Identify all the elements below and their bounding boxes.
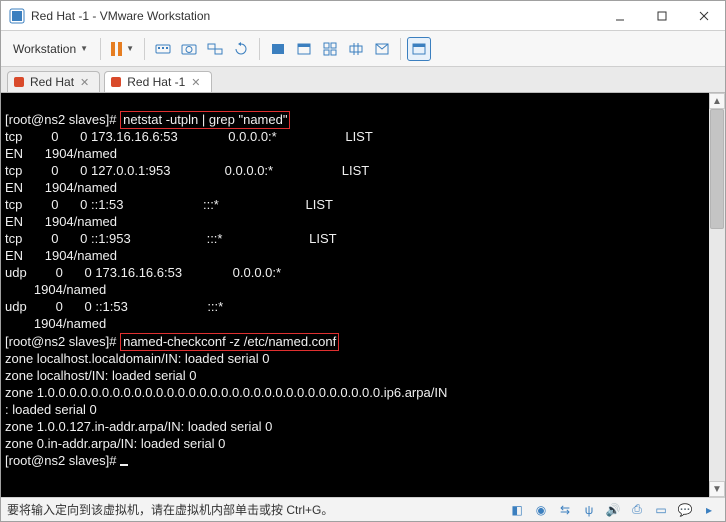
device-sound-icon[interactable]: 🔊 bbox=[603, 502, 623, 518]
prompt: [root@ns2 slaves]# bbox=[5, 112, 120, 127]
terminal-pane: [root@ns2 slaves]# netstat -utpln | grep… bbox=[1, 93, 725, 497]
close-button[interactable] bbox=[683, 1, 725, 30]
device-printer-icon[interactable]: ⎙ bbox=[627, 502, 647, 518]
pause-button[interactable]: ▼ bbox=[107, 40, 138, 58]
cursor bbox=[120, 464, 128, 466]
redhat-icon bbox=[111, 77, 121, 87]
command-highlight: named-checkconf -z /etc/named.conf bbox=[120, 333, 339, 351]
collapse-icon[interactable]: ▸ bbox=[699, 502, 719, 518]
app-icon bbox=[9, 8, 25, 24]
device-display-icon[interactable]: ▭ bbox=[651, 502, 671, 518]
tab-label: Red Hat -1 bbox=[127, 75, 185, 89]
terminal[interactable]: [root@ns2 slaves]# netstat -utpln | grep… bbox=[1, 93, 709, 497]
terminal-line: EN 1904/named bbox=[5, 146, 117, 161]
minimize-button[interactable] bbox=[599, 1, 641, 30]
terminal-line: 1904/named bbox=[5, 316, 106, 331]
terminal-line: udp 0 0 173.16.16.6:53 0.0.0.0:* bbox=[5, 265, 281, 280]
tab-label: Red Hat bbox=[30, 75, 74, 89]
terminal-line: EN 1904/named bbox=[5, 214, 117, 229]
device-usb-icon[interactable]: ψ bbox=[579, 502, 599, 518]
separator bbox=[259, 38, 260, 60]
separator bbox=[400, 38, 401, 60]
send-ctrl-alt-del-button[interactable] bbox=[151, 37, 175, 61]
separator bbox=[144, 38, 145, 60]
stretch-button[interactable] bbox=[344, 37, 368, 61]
status-bar: 要将输入定向到该虚拟机，请在虚拟机内部单击或按 Ctrl+G。 ◧ ◉ ⇆ ψ … bbox=[1, 497, 725, 521]
scroll-thumb[interactable] bbox=[710, 109, 724, 229]
tab-redhat[interactable]: Red Hat ✕ bbox=[7, 71, 100, 92]
close-tab-icon[interactable]: ✕ bbox=[80, 76, 89, 89]
device-nic-icon[interactable]: ⇆ bbox=[555, 502, 575, 518]
terminal-line: tcp 0 0 127.0.0.1:953 0.0.0.0:* LIST bbox=[5, 163, 369, 178]
exclusive-button[interactable] bbox=[370, 37, 394, 61]
redhat-icon bbox=[14, 77, 24, 87]
terminal-line: tcp 0 0 173.16.16.6:53 0.0.0.0:* LIST bbox=[5, 129, 373, 144]
terminal-line: 1904/named bbox=[5, 282, 106, 297]
scroll-down-icon[interactable]: ▼ bbox=[709, 481, 725, 497]
command-highlight: netstat -utpln | grep "named" bbox=[120, 111, 290, 129]
terminal-line: zone 0.in-addr.arpa/IN: loaded serial 0 bbox=[5, 436, 225, 451]
window-title: Red Hat -1 - VMware Workstation bbox=[31, 9, 599, 23]
tab-redhat-1[interactable]: Red Hat -1 ✕ bbox=[104, 71, 211, 92]
scroll-track[interactable] bbox=[709, 109, 725, 481]
terminal-line: zone 1.0.0.0.0.0.0.0.0.0.0.0.0.0.0.0.0.0… bbox=[5, 385, 447, 400]
terminal-line: tcp 0 0 ::1:53 :::* LIST bbox=[5, 197, 333, 212]
device-cd-icon[interactable]: ◉ bbox=[531, 502, 551, 518]
terminal-line: udp 0 0 ::1:53 :::* bbox=[5, 299, 223, 314]
chevron-down-icon: ▼ bbox=[126, 44, 134, 53]
scroll-up-icon[interactable]: ▲ bbox=[709, 93, 725, 109]
workstation-menu-label: Workstation bbox=[13, 42, 76, 56]
terminal-line: zone localhost/IN: loaded serial 0 bbox=[5, 368, 197, 383]
show-console-button[interactable] bbox=[407, 37, 431, 61]
terminal-line: zone 1.0.0.127.in-addr.arpa/IN: loaded s… bbox=[5, 419, 272, 434]
close-tab-icon[interactable]: ✕ bbox=[191, 76, 200, 89]
prompt: [root@ns2 slaves]# bbox=[5, 334, 120, 349]
vm-tabs: Red Hat ✕ Red Hat -1 ✕ bbox=[1, 67, 725, 93]
snapshot-manager-button[interactable] bbox=[203, 37, 227, 61]
device-hdd-icon[interactable]: ◧ bbox=[507, 502, 527, 518]
pause-icon bbox=[111, 42, 122, 56]
revert-button[interactable] bbox=[229, 37, 253, 61]
vertical-scrollbar[interactable]: ▲ ▼ bbox=[709, 93, 725, 497]
snapshot-button[interactable] bbox=[177, 37, 201, 61]
toolbar: Workstation ▼ ▼ bbox=[1, 31, 725, 67]
workstation-menu[interactable]: Workstation ▼ bbox=[7, 38, 94, 60]
fullscreen-button[interactable] bbox=[266, 37, 290, 61]
titlebar: Red Hat -1 - VMware Workstation bbox=[1, 1, 725, 31]
thumbnail-button[interactable] bbox=[318, 37, 342, 61]
status-text: 要将输入定向到该虚拟机，请在虚拟机内部单击或按 Ctrl+G。 bbox=[7, 501, 333, 518]
prompt: [root@ns2 slaves]# bbox=[5, 453, 120, 468]
maximize-button[interactable] bbox=[641, 1, 683, 30]
terminal-line: EN 1904/named bbox=[5, 180, 117, 195]
separator bbox=[100, 38, 101, 60]
chevron-down-icon: ▼ bbox=[80, 44, 88, 53]
terminal-line: : loaded serial 0 bbox=[5, 402, 97, 417]
messages-icon[interactable]: 💬 bbox=[675, 502, 695, 518]
terminal-line: zone localhost.localdomain/IN: loaded se… bbox=[5, 351, 270, 366]
unity-button[interactable] bbox=[292, 37, 316, 61]
terminal-line: EN 1904/named bbox=[5, 248, 117, 263]
terminal-line: tcp 0 0 ::1:953 :::* LIST bbox=[5, 231, 337, 246]
